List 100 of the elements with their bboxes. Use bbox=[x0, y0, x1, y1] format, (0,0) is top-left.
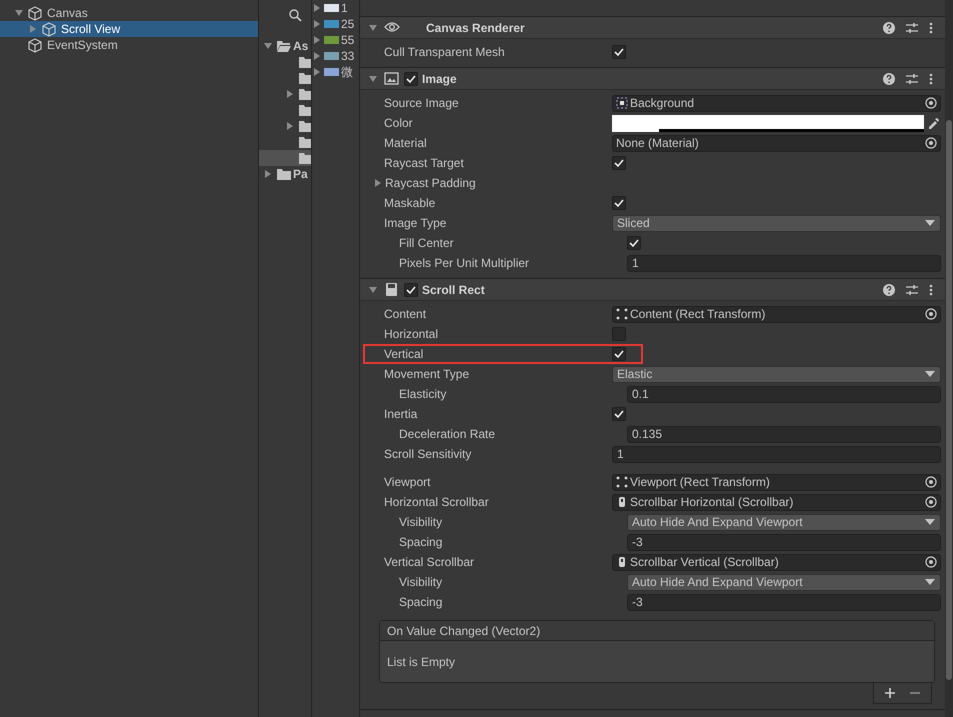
property-label: Raycast Target bbox=[384, 156, 464, 170]
property-label: Horizontal bbox=[384, 327, 438, 341]
property-label: Spacing bbox=[399, 535, 442, 549]
object-field[interactable]: Background bbox=[612, 94, 941, 112]
cube-icon bbox=[42, 22, 56, 36]
folder-item[interactable] bbox=[259, 150, 311, 166]
presets-icon bbox=[906, 72, 918, 84]
object-field[interactable]: None (Material) bbox=[612, 134, 941, 152]
property-label: Source Image bbox=[384, 96, 459, 110]
component-icon bbox=[384, 282, 400, 297]
object-type-icon bbox=[616, 556, 628, 568]
folder-icon bbox=[277, 39, 291, 53]
image-thumbnail bbox=[324, 20, 339, 28]
enable-checkbox[interactable] bbox=[404, 282, 418, 296]
dropdown-arrow-icon bbox=[925, 371, 935, 377]
folder-item[interactable]: Pa bbox=[259, 166, 311, 182]
checkbox[interactable] bbox=[612, 196, 626, 210]
more-options-icon bbox=[929, 284, 933, 296]
object-field[interactable]: Scrollbar Vertical (Scrollbar) bbox=[612, 554, 941, 570]
dropdown[interactable]: Elastic bbox=[612, 366, 941, 382]
object-picker-icon bbox=[925, 308, 937, 320]
folder-item[interactable]: As bbox=[259, 38, 311, 54]
asset-item[interactable]: 25 bbox=[312, 16, 359, 32]
property-label: Movement Type bbox=[384, 367, 470, 381]
component-header[interactable]: Canvas Renderer bbox=[360, 17, 945, 39]
cube-icon bbox=[28, 38, 42, 52]
checkbox[interactable] bbox=[612, 45, 626, 59]
number-field[interactable]: -3 bbox=[627, 534, 941, 550]
object-field[interactable]: Scrollbar Horizontal (Scrollbar) bbox=[612, 494, 941, 510]
property-label: Content bbox=[384, 307, 426, 321]
property-label: Visibility bbox=[399, 575, 442, 589]
property-label: Maskable bbox=[384, 196, 436, 210]
expanded-arrow-icon bbox=[368, 22, 378, 32]
more-options-icon bbox=[929, 22, 933, 34]
hierarchy-item[interactable]: Scroll View bbox=[0, 21, 258, 37]
property-label: Raycast Padding bbox=[385, 176, 476, 190]
hierarchy-item[interactable]: Canvas bbox=[0, 5, 258, 21]
dropdown-arrow-icon bbox=[925, 220, 935, 226]
number-field[interactable]: 1 bbox=[612, 446, 941, 462]
number-field[interactable]: 0.1 bbox=[627, 386, 941, 402]
dropdown[interactable]: Auto Hide And Expand Viewport bbox=[627, 514, 941, 530]
number-field[interactable]: -3 bbox=[627, 594, 941, 610]
asset-item[interactable]: 1 bbox=[312, 0, 359, 16]
help-icon bbox=[883, 72, 895, 84]
color-field[interactable] bbox=[612, 114, 941, 132]
property-label: Cull Transparent Mesh bbox=[384, 45, 505, 59]
help-icon bbox=[883, 284, 895, 296]
object-type-icon bbox=[616, 308, 628, 320]
property-label: Color bbox=[384, 116, 413, 130]
search-icon bbox=[289, 8, 302, 22]
checkbox[interactable] bbox=[612, 327, 626, 341]
property-label: Vertical Scrollbar bbox=[384, 555, 474, 569]
checkbox[interactable] bbox=[627, 236, 641, 250]
component-header[interactable]: Image bbox=[360, 68, 945, 90]
object-picker-icon bbox=[925, 496, 937, 508]
hierarchy-item[interactable]: EventSystem bbox=[0, 37, 258, 53]
dropdown-arrow-icon bbox=[925, 519, 935, 525]
empty-list-text: List is Empty bbox=[387, 654, 456, 668]
property-label: Material bbox=[384, 136, 427, 150]
checkbox[interactable] bbox=[612, 156, 626, 170]
property-label: Scroll Sensitivity bbox=[384, 447, 472, 461]
enable-checkbox[interactable] bbox=[404, 72, 418, 86]
number-field[interactable]: 0.135 bbox=[627, 426, 941, 442]
image-thumbnail bbox=[324, 68, 339, 76]
property-label: Deceleration Rate bbox=[399, 427, 496, 441]
object-picker-icon bbox=[925, 476, 937, 488]
dropdown[interactable]: Sliced bbox=[612, 214, 941, 232]
dropdown-arrow-icon bbox=[925, 579, 935, 585]
object-type-icon bbox=[616, 476, 628, 488]
dropdown[interactable]: Auto Hide And Expand Viewport bbox=[627, 574, 941, 590]
checkbox[interactable] bbox=[612, 347, 626, 361]
object-type-icon bbox=[616, 97, 628, 109]
checkbox[interactable] bbox=[612, 407, 626, 421]
image-thumbnail bbox=[324, 36, 339, 44]
object-picker-icon bbox=[925, 137, 937, 149]
scrollbar[interactable] bbox=[945, 0, 953, 717]
property-label: Image Type bbox=[384, 216, 446, 230]
eyedropper-icon bbox=[927, 117, 939, 129]
property-label: Horizontal Scrollbar bbox=[384, 495, 489, 509]
asset-item[interactable]: 33 bbox=[312, 48, 359, 64]
asset-item[interactable]: 微 bbox=[312, 64, 359, 80]
property-label: Visibility bbox=[399, 515, 442, 529]
object-picker-icon bbox=[925, 556, 937, 568]
expanded-arrow-icon bbox=[368, 284, 378, 294]
add-icon bbox=[884, 687, 896, 699]
help-icon bbox=[883, 22, 895, 34]
property-label: Elasticity bbox=[399, 387, 446, 401]
image-thumbnail bbox=[324, 52, 339, 60]
expanded-arrow-icon bbox=[368, 74, 378, 84]
property-label: Spacing bbox=[399, 595, 442, 609]
more-options-icon bbox=[929, 72, 933, 84]
object-field[interactable]: Content (Rect Transform) bbox=[612, 306, 941, 322]
property-label: Inertia bbox=[384, 407, 418, 421]
cube-icon bbox=[28, 6, 42, 20]
property-label: Fill Center bbox=[399, 236, 454, 250]
object-field[interactable]: Viewport (Rect Transform) bbox=[612, 474, 941, 490]
number-field[interactable]: 1 bbox=[627, 254, 941, 272]
asset-item[interactable]: 55 bbox=[312, 32, 359, 48]
component-header[interactable]: Scroll Rect bbox=[360, 279, 945, 301]
property-label: Pixels Per Unit Multiplier bbox=[399, 256, 530, 270]
